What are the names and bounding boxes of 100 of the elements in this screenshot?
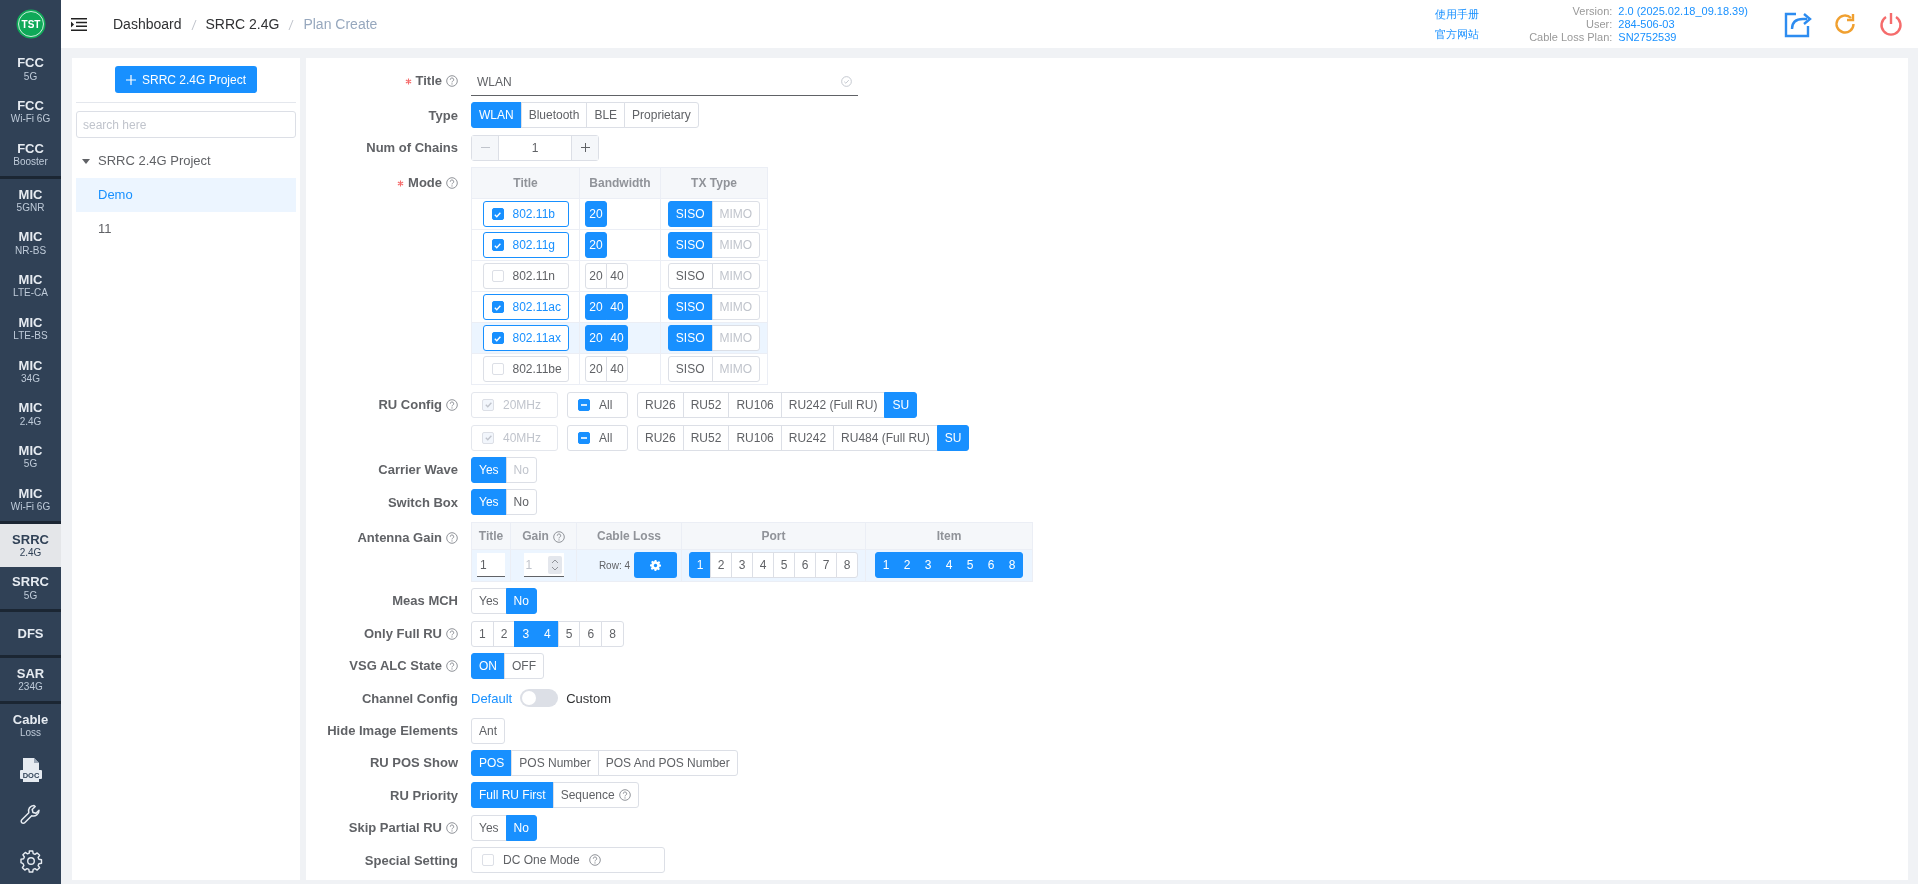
option-button[interactable]: RU26 — [637, 424, 684, 451]
option-button[interactable]: 4 — [536, 620, 559, 647]
option-button[interactable]: No — [505, 814, 537, 841]
tree-node[interactable]: SRRC 2.4G Project — [76, 144, 296, 178]
option-button[interactable]: 4 — [938, 552, 960, 579]
option-button[interactable]: SISO — [667, 201, 713, 228]
option-button[interactable]: 3 — [514, 620, 538, 647]
breadcrumb-link[interactable]: SRRC 2.4G — [205, 13, 280, 35]
option-button[interactable]: 20 — [585, 201, 607, 228]
option-button[interactable]: RU106 — [728, 424, 782, 451]
search-field[interactable]: search here — [76, 111, 296, 138]
add-project-button[interactable]: SRRC 2.4G Project — [114, 66, 257, 93]
option-button[interactable]: 2 — [896, 552, 918, 579]
checkbox-option[interactable]: DC One Mode — [482, 851, 601, 870]
option-button[interactable]: 20 — [585, 232, 607, 259]
power-icon[interactable] — [1878, 11, 1904, 37]
option-button[interactable]: SISO — [667, 263, 713, 290]
option-button[interactable]: 6 — [579, 620, 603, 647]
number-stepper[interactable]: 1 — [471, 134, 599, 161]
settings-button[interactable] — [634, 552, 677, 579]
increment-button[interactable] — [571, 135, 598, 160]
checkbox[interactable] — [578, 398, 590, 411]
select-all-option[interactable]: All — [567, 391, 628, 418]
nav-item[interactable]: MIC NR-BS — [0, 221, 61, 265]
option-button[interactable]: 8 — [1001, 552, 1023, 579]
option-button[interactable]: RU484 (Full RU) — [833, 424, 938, 451]
option-button[interactable]: 3 — [917, 552, 939, 579]
option-button[interactable]: Yes — [471, 489, 507, 516]
nav-item[interactable]: MIC 34G — [0, 349, 61, 393]
option-button[interactable]: Sequence — [552, 782, 639, 809]
option-button[interactable]: 20 — [585, 263, 607, 290]
mode-option[interactable]: 802.11b — [482, 201, 569, 228]
refresh-icon[interactable] — [1832, 11, 1858, 37]
header-link[interactable]: 使用手册 — [1435, 4, 1480, 24]
nav-item[interactable]: SAR 234G — [0, 658, 61, 701]
nav-item[interactable]: FCC Booster — [0, 133, 61, 176]
option-button[interactable]: POS — [471, 750, 513, 777]
option-button[interactable]: BLE — [586, 102, 626, 129]
checkbox[interactable] — [491, 301, 504, 314]
nav-item[interactable]: Cable Loss — [0, 703, 61, 747]
option-button[interactable]: 20 — [585, 294, 607, 321]
option-button[interactable]: WLAN — [471, 102, 522, 129]
option-button[interactable]: RU242 — [780, 424, 835, 451]
option-button[interactable]: 40 — [606, 356, 628, 383]
nav-item[interactable]: SRRC 2.4G — [0, 523, 61, 567]
nav-item[interactable]: MIC LTE-CA — [0, 264, 61, 308]
option-button[interactable]: 40 — [606, 263, 628, 290]
option-button[interactable]: 5 — [959, 552, 981, 579]
option-button[interactable]: SISO — [667, 232, 713, 259]
option-button[interactable]: 6 — [794, 552, 816, 579]
option-button[interactable]: Full RU First — [471, 782, 554, 809]
checkbox[interactable] — [491, 332, 504, 345]
nav-item[interactable]: FCC 5G — [0, 47, 61, 91]
option-button[interactable]: Bluetooth — [520, 102, 588, 129]
option-button[interactable]: 8 — [601, 620, 624, 647]
mode-option[interactable]: 802.11ac — [482, 294, 569, 321]
checkbox[interactable] — [578, 431, 590, 444]
title-field[interactable]: WLAN — [471, 68, 858, 96]
option-button[interactable]: 7 — [815, 552, 837, 579]
nav-item[interactable]: MIC 5GNR — [0, 178, 61, 222]
option-button[interactable]: 20 — [585, 325, 607, 352]
option-button[interactable]: RU26 — [637, 391, 684, 418]
option-button[interactable]: 1 — [471, 620, 494, 647]
option-button[interactable]: POS Number — [511, 750, 599, 777]
option-button[interactable]: SU — [884, 391, 918, 418]
option-button[interactable]: 20 — [585, 356, 607, 383]
option-button[interactable]: ON — [471, 652, 505, 679]
nav-item[interactable]: MIC 5G — [0, 435, 61, 479]
option-button[interactable]: Yes — [471, 588, 507, 615]
option-button[interactable]: Yes — [471, 456, 507, 483]
option-button[interactable]: 5 — [773, 552, 795, 579]
option-button[interactable]: RU242 (Full RU) — [780, 391, 886, 418]
settings-icon[interactable] — [18, 849, 43, 874]
select-all-option[interactable]: All — [567, 424, 628, 451]
title-field[interactable]: 1 — [477, 553, 505, 578]
option-button[interactable]: 8 — [836, 552, 858, 579]
option-button[interactable]: 4 — [752, 552, 774, 579]
mode-option[interactable]: 802.11g — [482, 232, 569, 259]
nav-item[interactable]: DFS — [0, 612, 61, 656]
option-button[interactable]: RU106 — [728, 391, 782, 418]
breadcrumb-link[interactable]: Dashboard — [113, 13, 182, 35]
option-button[interactable]: Ant — [471, 717, 505, 744]
option-button[interactable]: SISO — [667, 325, 713, 352]
option-button[interactable]: No — [505, 588, 537, 615]
option-button[interactable]: 1 — [875, 552, 897, 579]
option-button[interactable]: 3 — [731, 552, 753, 579]
checkbox[interactable] — [491, 208, 504, 221]
option-button[interactable]: SU — [936, 424, 970, 451]
nav-item[interactable]: SRRC 5G — [0, 566, 61, 610]
mode-option[interactable]: 802.11ax — [482, 325, 569, 352]
option-button[interactable]: Yes — [471, 814, 507, 841]
option-button[interactable]: RU52 — [682, 391, 730, 418]
option-button[interactable]: 6 — [980, 552, 1002, 579]
checkbox[interactable] — [491, 239, 504, 252]
nav-item[interactable]: MIC Wi-Fi 6G — [0, 478, 61, 521]
toggle-switch[interactable] — [520, 689, 559, 708]
option-button[interactable]: OFF — [504, 652, 544, 679]
tree-node[interactable]: 11 — [76, 212, 296, 246]
option-button[interactable]: No — [505, 489, 537, 516]
nav-item[interactable]: MIC LTE-BS — [0, 307, 61, 350]
